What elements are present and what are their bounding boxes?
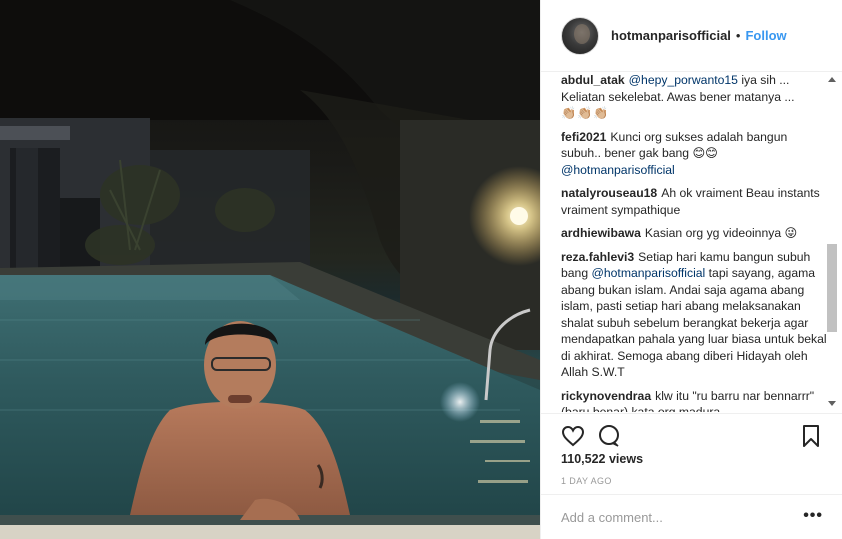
heart-icon[interactable] (561, 424, 585, 448)
comment-username[interactable]: natalyrouseau18 (561, 186, 657, 200)
scrollbar-thumb[interactable] (827, 244, 837, 332)
comment-item: abdul_atak @hepy_porwanto15 iya sih ... K… (561, 72, 827, 122)
comment-item: ardhiewibawa Kasian org yg videoinnya 😜 (561, 225, 827, 242)
comment-item: rickynovendraa klw itu "ru barru nar benn… (561, 388, 827, 413)
comments-scrollbar[interactable] (825, 72, 839, 412)
follow-button[interactable]: Follow (745, 28, 786, 43)
views-count[interactable]: 110,522 views (561, 452, 643, 466)
add-comment-bar: ••• (541, 494, 842, 539)
comment-username[interactable]: abdul_atak (561, 73, 625, 87)
comment-username[interactable]: rickynovendraa (561, 389, 651, 403)
header-separator: • (735, 28, 741, 43)
scroll-up-arrow-icon[interactable] (828, 77, 836, 82)
post-side-panel: hotmanparisofficial • Follow abdul_atak @… (540, 0, 842, 539)
video-frame-illustration (0, 0, 540, 539)
comment-username[interactable]: reza.fahlevi3 (561, 250, 634, 264)
comment-mention[interactable]: @hepy_porwanto15 (629, 73, 738, 87)
post-header: hotmanparisofficial • Follow (541, 0, 842, 72)
instagram-post-window: hotmanparisofficial • Follow abdul_atak @… (0, 0, 842, 539)
comment-mention[interactable]: @hotmanparisofficial (592, 266, 706, 280)
comment-text: Kasian org yg videoinnya 😜 (644, 226, 798, 240)
post-date[interactable]: 1 DAY AGO (561, 476, 612, 486)
post-video[interactable] (0, 0, 540, 539)
comment-item: reza.fahlevi3 Setiap hari kamu bangun sub… (561, 249, 827, 381)
comment-icon[interactable] (597, 424, 621, 448)
more-options-icon[interactable]: ••• (803, 508, 823, 524)
bookmark-icon[interactable] (799, 424, 823, 448)
scroll-down-arrow-icon[interactable] (828, 401, 836, 406)
comment-mention[interactable]: @hotmanparisofficial (561, 163, 675, 177)
comment-item: natalyrouseau18 Ah ok vraiment Beau insta… (561, 185, 827, 218)
avatar[interactable] (561, 16, 599, 55)
comment-text: tapi sayang, agama abang bukan islam. An… (561, 266, 827, 379)
comment-emoji: 👏🏼👏🏼👏🏼 (561, 106, 610, 120)
comment-username[interactable]: fefi2021 (561, 130, 606, 144)
comments-list[interactable]: abdul_atak @hepy_porwanto15 iya sih ... K… (561, 72, 827, 412)
username-link[interactable]: hotmanparisofficial (611, 28, 731, 43)
add-comment-input[interactable] (561, 509, 791, 525)
post-actions (541, 413, 842, 453)
comment-username[interactable]: ardhiewibawa (561, 226, 641, 240)
comment-item: fefi2021 Kunci org sukses adalah bangun s… (561, 129, 827, 179)
